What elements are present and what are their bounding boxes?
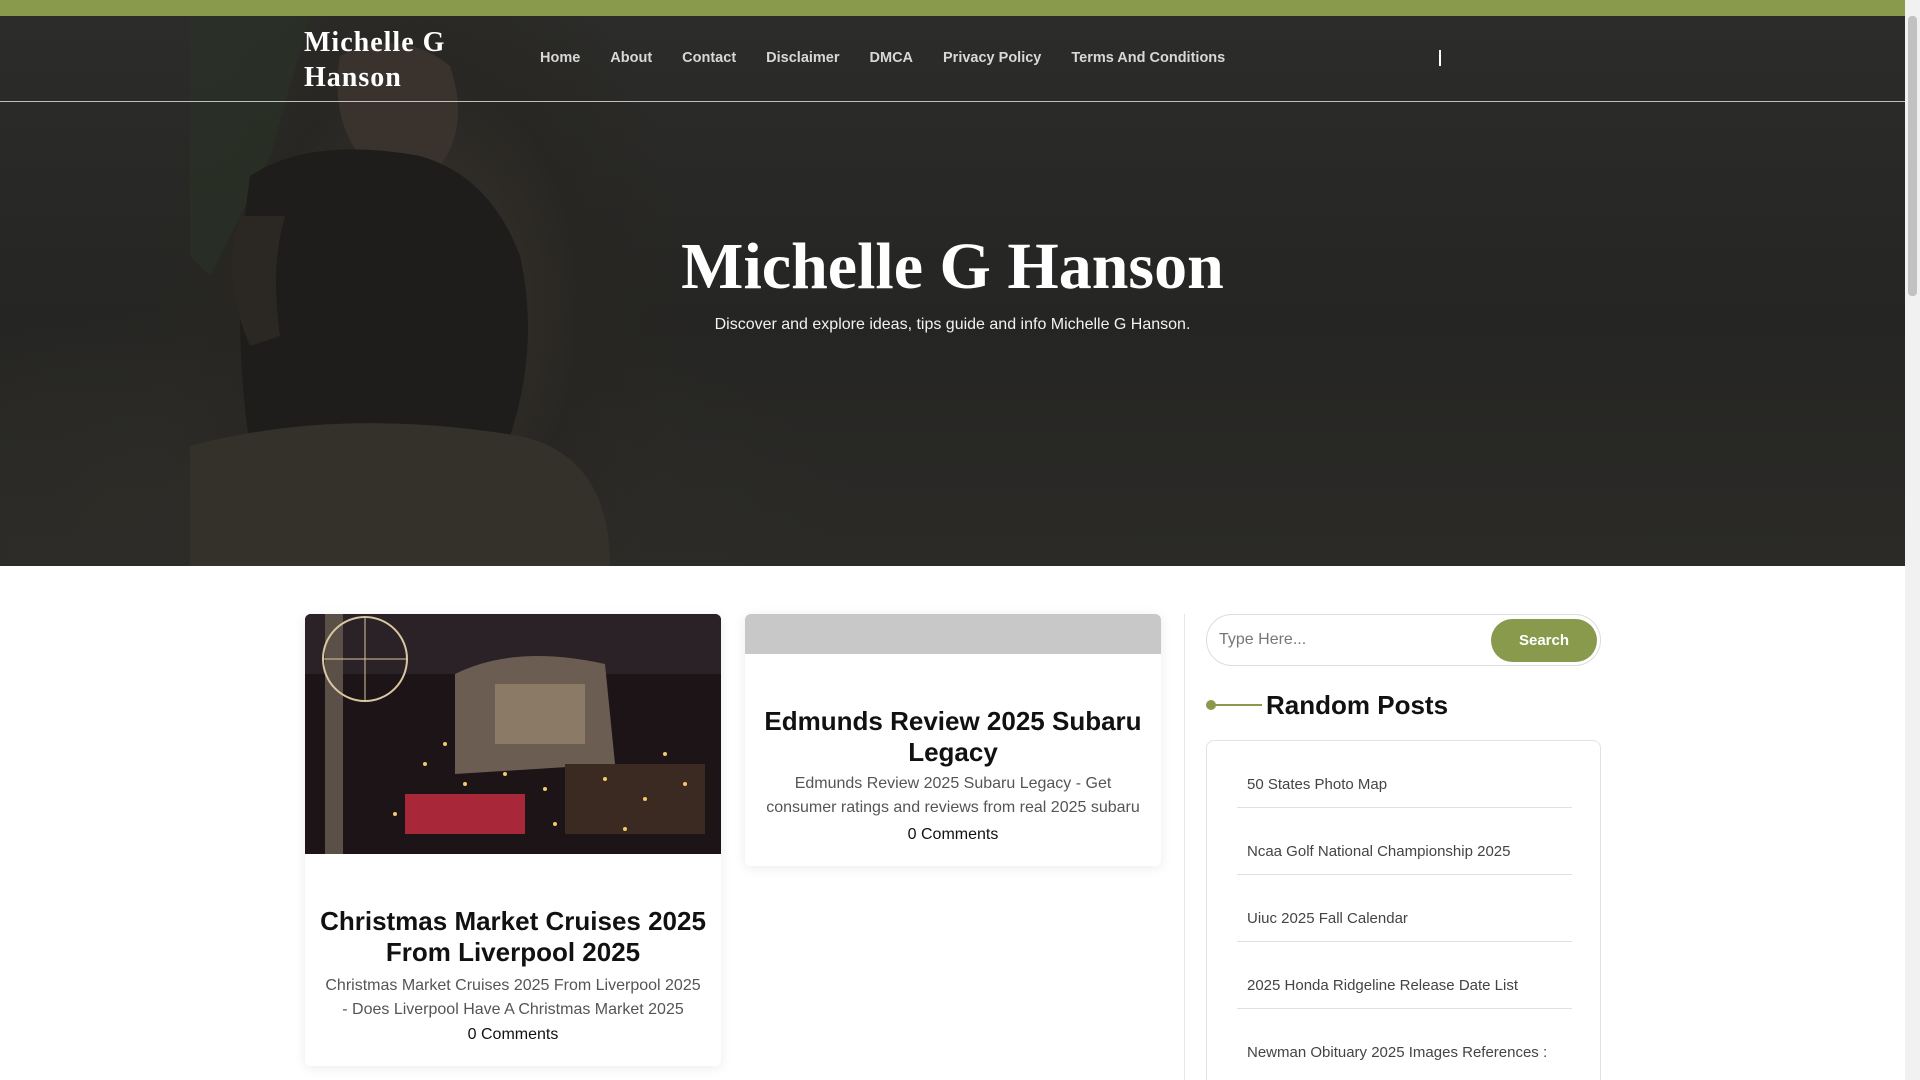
site-logo[interactable]: Michelle G Hanson bbox=[304, 25, 494, 95]
search-input[interactable] bbox=[1219, 623, 1479, 657]
post-excerpt: Edmunds Review 2025 Subaru Legacy - Get … bbox=[766, 775, 1140, 816]
post-excerpt: Christmas Market Cruises 2025 From Liver… bbox=[325, 977, 701, 1018]
random-post-link[interactable]: 50 States Photo Map bbox=[1247, 775, 1387, 795]
random-post-link[interactable]: 2025 Honda Ridgeline Release Date List bbox=[1247, 976, 1518, 996]
nav-home[interactable]: Home bbox=[525, 50, 595, 66]
hero-subtitle: Discover and explore ideas, tips guide a… bbox=[714, 316, 1191, 333]
post-comments[interactable]: 0 Comments bbox=[745, 826, 1161, 844]
christmas-market-image bbox=[305, 614, 721, 854]
random-posts-list: 50 States Photo Map Ncaa Golf National C… bbox=[1206, 740, 1601, 1080]
post-thumbnail[interactable] bbox=[305, 614, 721, 854]
random-post-link[interactable]: Newman Obituary 2025 Images References : bbox=[1247, 1043, 1547, 1063]
widget-title: Random Posts bbox=[1266, 690, 1449, 720]
heading-line bbox=[1214, 704, 1262, 706]
random-posts-heading: Random Posts bbox=[1206, 688, 1601, 724]
site-header: Michelle G Hanson Home About Contact Dis… bbox=[0, 16, 1905, 102]
list-item[interactable]: Uiuc 2025 Fall Calendar bbox=[1237, 875, 1572, 942]
post-comments[interactable]: 0 Comments bbox=[305, 1026, 721, 1044]
top-accent-bar bbox=[0, 0, 1905, 16]
post-card[interactable]: Christmas Market Cruises 2025 From Liver… bbox=[305, 614, 721, 1066]
sidebar-search: Search bbox=[1206, 614, 1601, 666]
list-item[interactable]: Ncaa Golf National Championship 2025 bbox=[1237, 808, 1572, 875]
hero-title: Michelle G Hanson bbox=[681, 230, 1224, 303]
search-toggle-icon[interactable] bbox=[1439, 50, 1441, 66]
nav-disclaimer[interactable]: Disclaimer bbox=[751, 50, 854, 66]
nav-about[interactable]: About bbox=[595, 50, 667, 66]
main-nav: Home About Contact Disclaimer DMCA Priva… bbox=[525, 50, 1240, 66]
post-title[interactable]: Christmas Market Cruises 2025 From Liver… bbox=[317, 906, 709, 968]
nav-dmca[interactable]: DMCA bbox=[855, 50, 929, 66]
random-post-link[interactable]: Ncaa Golf National Championship 2025 bbox=[1247, 842, 1511, 862]
search-button[interactable]: Search bbox=[1491, 619, 1597, 662]
nav-privacy-policy[interactable]: Privacy Policy bbox=[928, 50, 1056, 66]
sidebar-divider bbox=[1184, 614, 1185, 1080]
scrollbar-thumb[interactable] bbox=[1908, 16, 1917, 296]
list-item[interactable]: Newman Obituary 2025 Images References : bbox=[1237, 1009, 1572, 1076]
post-card[interactable]: Edmunds Review 2025 Subaru Legacy Edmund… bbox=[745, 614, 1161, 866]
post-thumbnail[interactable] bbox=[745, 614, 1161, 654]
nav-contact[interactable]: Contact bbox=[667, 50, 751, 66]
hero-banner: Michelle G Hanson Home About Contact Dis… bbox=[0, 16, 1905, 566]
random-post-link[interactable]: Uiuc 2025 Fall Calendar bbox=[1247, 909, 1408, 929]
list-item[interactable]: 50 States Photo Map bbox=[1237, 741, 1572, 808]
nav-terms[interactable]: Terms And Conditions bbox=[1056, 50, 1240, 66]
post-title[interactable]: Edmunds Review 2025 Subaru Legacy bbox=[757, 706, 1149, 768]
list-item[interactable]: 2025 Honda Ridgeline Release Date List bbox=[1237, 942, 1572, 1009]
